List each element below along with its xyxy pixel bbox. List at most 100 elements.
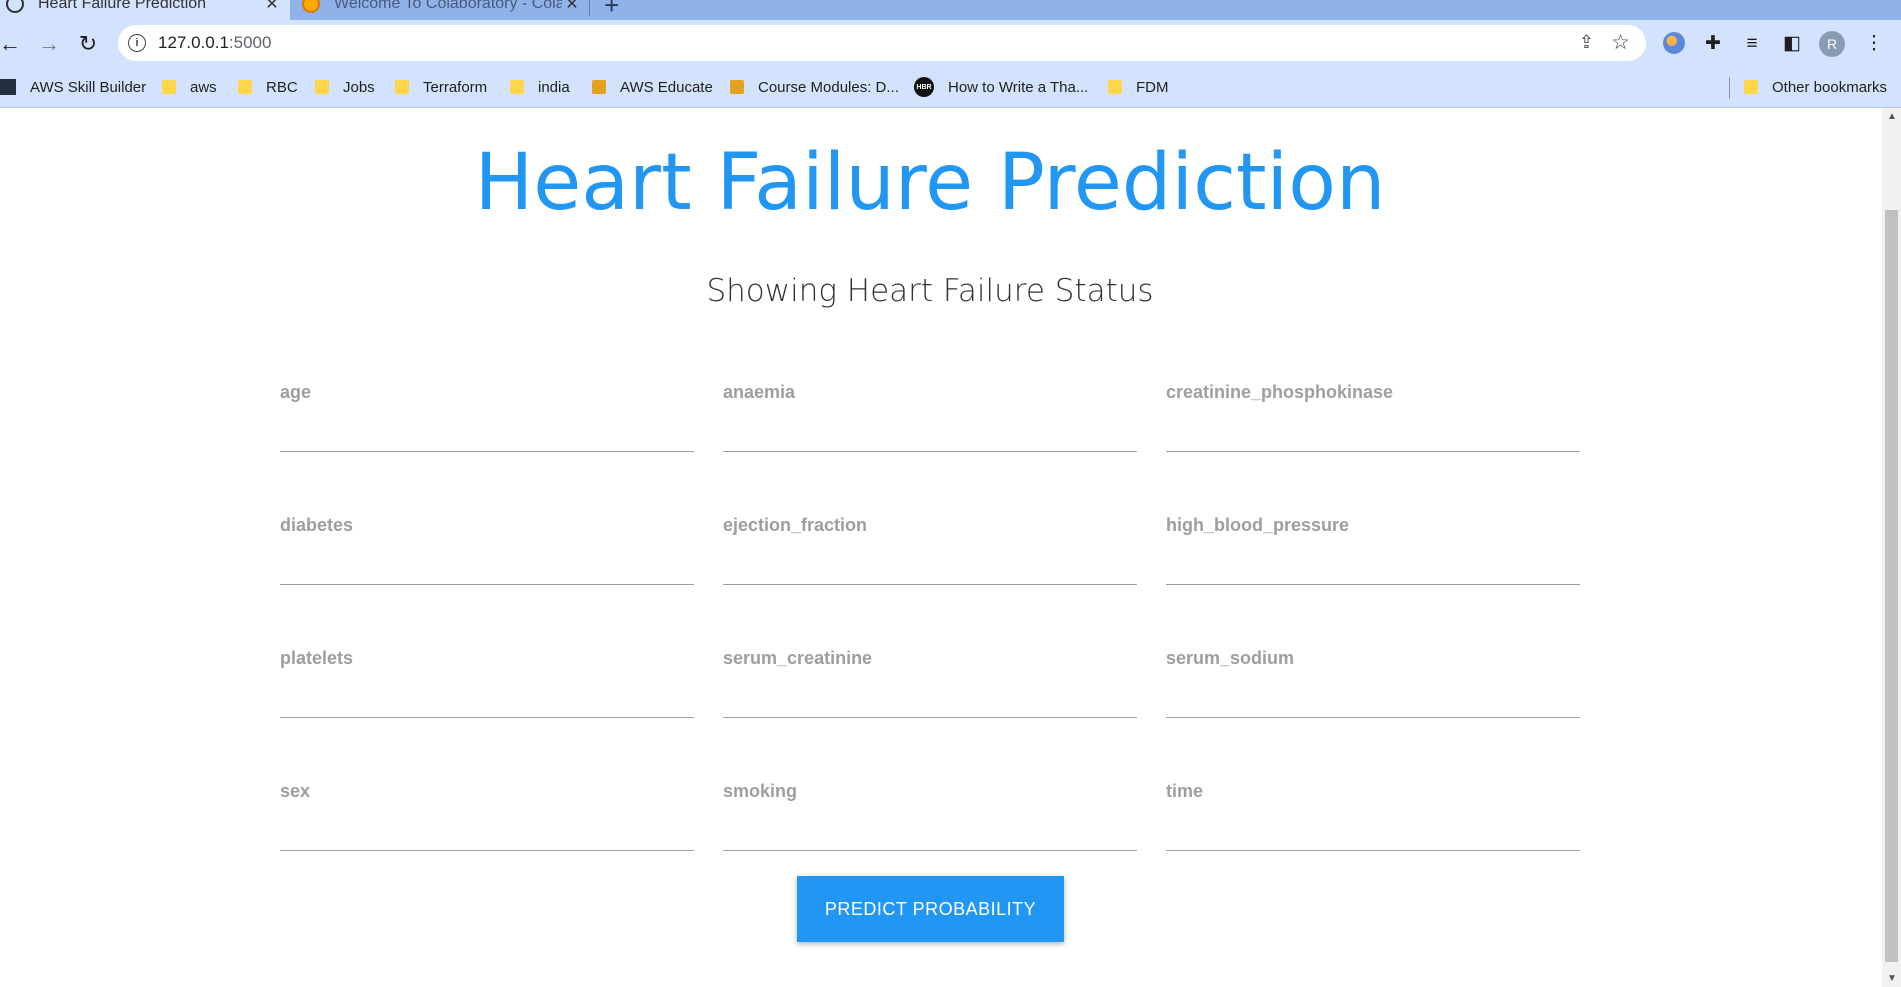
bookmark-india[interactable]: india: [510, 67, 570, 107]
scroll-up-arrow-icon[interactable]: ▲: [1887, 111, 1897, 122]
serum-creatinine-input[interactable]: [723, 678, 1137, 718]
platelets-input[interactable]: [280, 678, 694, 718]
age-input[interactable]: [280, 412, 694, 452]
bookmark-label: Other bookmarks: [1772, 78, 1888, 96]
bookmark-label: Terraform: [423, 78, 488, 96]
url-host: 127.0.0.1: [158, 33, 229, 52]
field-label: high_blood_pressure: [1166, 515, 1350, 535]
page-content: Heart Failure Prediction Showing Heart F…: [0, 108, 1882, 987]
predict-probability-button[interactable]: PREDICT PROBABILITY: [797, 876, 1064, 942]
time-input[interactable]: [1166, 811, 1580, 851]
folder-icon: [395, 80, 409, 94]
scrollbar-thumb[interactable]: [1885, 210, 1898, 962]
field-label: time: [1166, 781, 1204, 801]
profile-avatar[interactable]: R: [1819, 31, 1845, 57]
high-blood-pressure-input[interactable]: [1166, 545, 1580, 585]
bookmark-terraform[interactable]: Terraform: [395, 67, 487, 107]
bookmarks-bar: AWS Skill Builder aws RBC Jobs Terraform…: [0, 67, 1901, 108]
bookmarks-divider: [1729, 77, 1730, 99]
smoking-input[interactable]: [723, 811, 1137, 851]
field-platelets: platelets: [280, 648, 694, 720]
aws-logo-icon: [0, 79, 16, 95]
bookmark-label: Jobs: [343, 78, 375, 96]
close-tab-icon[interactable]: ✕: [562, 0, 582, 14]
field-label: anaemia: [723, 382, 796, 402]
bookmark-label: aws: [190, 78, 217, 96]
field-label: sex: [280, 781, 311, 801]
field-label: age: [280, 382, 312, 402]
browser-toolbar: ← → ↻ i 127.0.0.1:5000 ⇪ ☆ ✚ ≡ ◧ R ⋮: [0, 20, 1901, 67]
field-creatinine-phosphokinase: creatinine_phosphokinase: [1166, 382, 1580, 454]
bookmark-how-to-write[interactable]: HBR How to Write a Tha...: [914, 67, 1088, 107]
back-arrow-icon[interactable]: ←: [0, 30, 24, 58]
extension-icon[interactable]: [1663, 32, 1685, 54]
creatinine-phosphokinase-input[interactable]: [1166, 412, 1580, 452]
puzzle-extensions-icon[interactable]: ✚: [1701, 32, 1725, 56]
forward-arrow-icon[interactable]: →: [35, 30, 63, 58]
site-info-icon[interactable]: i: [128, 34, 146, 52]
field-label: smoking: [723, 781, 798, 801]
field-high-blood-pressure: high_blood_pressure: [1166, 515, 1580, 587]
bookmark-rbc[interactable]: RBC: [238, 67, 298, 107]
reading-list-icon[interactable]: ≡: [1740, 32, 1764, 56]
ejection-fraction-input[interactable]: [723, 545, 1137, 585]
bookmark-label: AWS Educate: [620, 78, 713, 96]
tab-title: Welcome To Colaboratory - Colab: [334, 0, 562, 12]
page-title: Heart Failure Prediction: [474, 138, 1386, 228]
folder-icon: [510, 80, 524, 94]
bookmark-jobs[interactable]: Jobs: [315, 67, 375, 107]
tab-colaboratory[interactable]: Welcome To Colaboratory - Colab ✕: [296, 0, 590, 20]
folder-icon: [238, 80, 252, 94]
folder-icon: [162, 80, 176, 94]
tab-heart-failure-prediction[interactable]: Heart Failure Prediction ✕: [0, 0, 290, 20]
bookmark-label: FDM: [1136, 78, 1169, 96]
close-tab-icon[interactable]: ✕: [262, 0, 282, 14]
field-diabetes: diabetes: [280, 515, 694, 587]
bookmark-label: india: [538, 78, 570, 96]
bookmark-label: RBC: [266, 78, 298, 96]
field-serum-creatinine: serum_creatinine: [723, 648, 1137, 720]
reload-icon[interactable]: ↻: [74, 30, 102, 58]
folder-icon: [315, 80, 329, 94]
field-label: ejection_fraction: [723, 515, 868, 535]
box-icon: [730, 80, 744, 94]
field-label: creatinine_phosphokinase: [1166, 382, 1394, 402]
globe-icon: [6, 0, 24, 13]
scroll-down-arrow-icon[interactable]: ▼: [1887, 973, 1897, 984]
url-port: :5000: [228, 33, 272, 52]
bookmark-aws[interactable]: aws: [162, 67, 217, 107]
field-anaemia: anaemia: [723, 382, 1137, 454]
field-smoking: smoking: [723, 781, 1137, 853]
page-subtitle: Showing Heart Failure Status: [706, 273, 1154, 309]
anaemia-input[interactable]: [723, 412, 1137, 452]
page-scrollbar[interactable]: ▲ ▼: [1882, 108, 1901, 987]
bookmark-aws-skill-builder[interactable]: AWS Skill Builder: [0, 67, 146, 107]
tab-divider: [589, 0, 590, 16]
address-bar[interactable]: i 127.0.0.1:5000 ⇪ ☆: [118, 25, 1646, 61]
field-sex: sex: [280, 781, 694, 853]
tab-strip: Heart Failure Prediction ✕ Welcome To Co…: [0, 0, 1901, 20]
field-serum-sodium: serum_sodium: [1166, 648, 1580, 720]
other-bookmarks[interactable]: Other bookmarks: [1744, 67, 1887, 107]
bookmark-label: Course Modules: D...: [758, 78, 899, 96]
colab-icon: [302, 0, 320, 13]
bookmark-aws-educate[interactable]: AWS Educate: [592, 67, 713, 107]
bookmark-course-modules[interactable]: Course Modules: D...: [730, 67, 899, 107]
url-text[interactable]: 127.0.0.1:5000: [158, 33, 271, 53]
bookmark-star-icon[interactable]: ☆: [1611, 30, 1630, 55]
diabetes-input[interactable]: [280, 545, 694, 585]
folder-icon: [1108, 80, 1122, 94]
share-icon[interactable]: ⇪: [1579, 32, 1594, 53]
field-age: age: [280, 382, 694, 454]
bookmark-label: How to Write a Tha...: [948, 78, 1089, 96]
serum-sodium-input[interactable]: [1166, 678, 1580, 718]
box-icon: [592, 80, 606, 94]
new-tab-button[interactable]: +: [604, 0, 619, 20]
hbr-icon: HBR: [914, 77, 934, 97]
side-panel-icon[interactable]: ◧: [1780, 32, 1804, 56]
menu-kebab-icon[interactable]: ⋮: [1862, 32, 1886, 56]
bookmark-fdm[interactable]: FDM: [1108, 67, 1169, 107]
field-ejection-fraction: ejection_fraction: [723, 515, 1137, 587]
tab-title: Heart Failure Prediction: [38, 0, 207, 12]
sex-input[interactable]: [280, 811, 694, 851]
